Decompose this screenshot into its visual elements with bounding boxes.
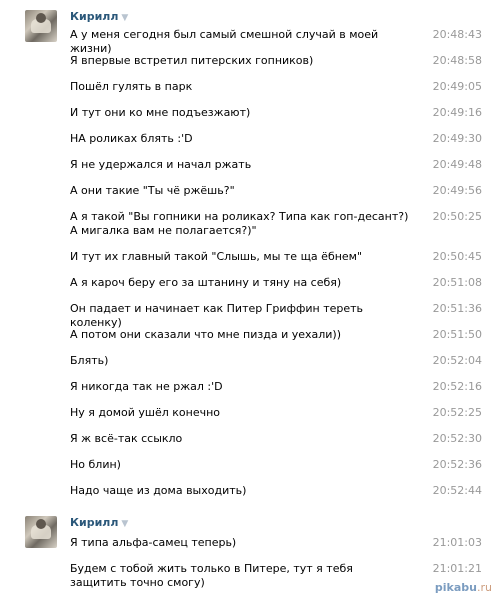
message-time[interactable]: 20:49:48: [426, 158, 482, 171]
message-text: Но блин): [70, 458, 121, 471]
message-text: Я типа альфа-самец теперь): [70, 536, 237, 549]
author-name[interactable]: Кирилл ▼: [70, 10, 128, 23]
message-text: А я кароч беру его за штанину и тяну на …: [70, 276, 342, 289]
message-time[interactable]: 20:49:30: [426, 132, 482, 145]
author-name[interactable]: Кирилл ▼: [70, 516, 128, 529]
message-text: Ну я домой ушёл конечно: [70, 406, 221, 419]
avatar[interactable]: [25, 516, 57, 548]
message-text: Будем с тобой жить только в Питере, тут …: [70, 562, 353, 589]
message-time[interactable]: 20:52:25: [426, 406, 482, 419]
message-text: Я ж всё-так ссыкло: [70, 432, 183, 445]
message-text: А я такой "Вы гопники на роликах? Типа к…: [70, 210, 409, 237]
message-time[interactable]: 20:52:16: [426, 380, 482, 393]
watermark-brand: pikabu: [434, 581, 477, 594]
message-text: И тут их главный такой "Слышь, мы те ща …: [70, 250, 363, 263]
message-text: И тут они ко мне подъезжают): [70, 106, 251, 119]
author-name-label[interactable]: Кирилл: [70, 516, 118, 529]
watermark: pikabu.ru: [435, 581, 492, 594]
chevron-down-icon[interactable]: ▼: [121, 519, 128, 529]
message-text: Блять): [70, 354, 109, 367]
message-text: Я не удержался и начал ржать: [70, 158, 252, 171]
message-time[interactable]: 20:51:36: [426, 302, 482, 315]
message-time[interactable]: 21:01:03: [426, 536, 482, 549]
message-time[interactable]: 20:48:58: [426, 54, 482, 67]
message-time[interactable]: 20:48:43: [426, 28, 482, 41]
message-text: Он падает и начинает как Питер Гриффин т…: [70, 302, 364, 329]
message-text: А у меня сегодня был самый смешной случа…: [70, 28, 379, 55]
message-time[interactable]: 20:49:16: [426, 106, 482, 119]
message-text: Надо чаще из дома выходить): [70, 484, 247, 497]
message-time[interactable]: 21:01:21: [426, 562, 482, 575]
message-text: Пошёл гулять в парк: [70, 80, 193, 93]
message-time[interactable]: 20:52:44: [426, 484, 482, 497]
message-text: Я никогда так не ржал :'D: [70, 380, 223, 393]
message-text: Я впервые встретил питерских гопников): [70, 54, 314, 67]
chevron-down-icon[interactable]: ▼: [121, 13, 128, 23]
message-time[interactable]: 20:52:04: [426, 354, 482, 367]
message-text: А потом они сказали что мне пизда и уеха…: [70, 328, 341, 341]
author-name-label[interactable]: Кирилл: [70, 10, 118, 23]
message-text: НА роликах блять :'D: [70, 132, 193, 145]
message-time[interactable]: 20:50:45: [426, 250, 482, 263]
message-text: А они такие "Ты чё ржёшь?": [70, 184, 235, 197]
message-time[interactable]: 20:52:36: [426, 458, 482, 471]
message-time[interactable]: 20:51:50: [426, 328, 482, 341]
message-time[interactable]: 20:49:05: [426, 80, 482, 93]
message-time[interactable]: 20:52:30: [426, 432, 482, 445]
watermark-tld: .ru: [477, 581, 492, 594]
avatar[interactable]: [25, 10, 57, 42]
message-time[interactable]: 20:51:08: [426, 276, 482, 289]
message-time[interactable]: 20:49:56: [426, 184, 482, 197]
message-time[interactable]: 20:50:25: [426, 210, 482, 223]
